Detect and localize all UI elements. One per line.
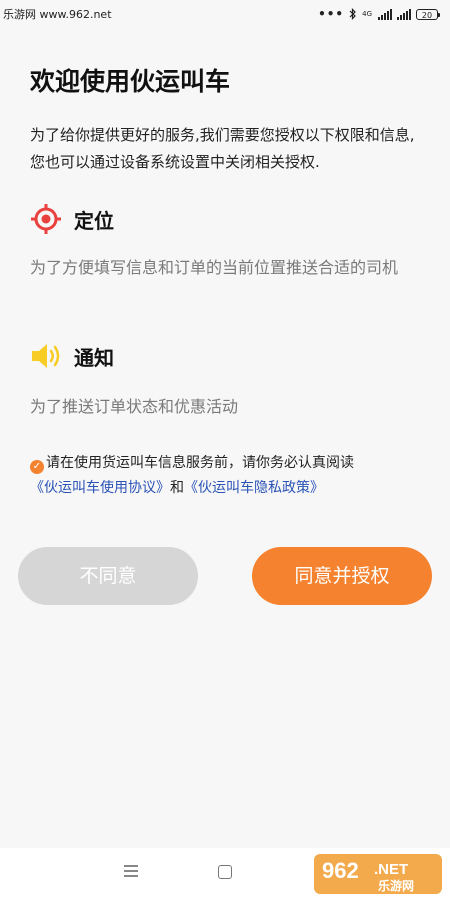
battery-icon: 20: [416, 8, 440, 20]
permission-location-heading: 定位: [30, 203, 114, 235]
check-circle-icon[interactable]: ✓: [30, 460, 44, 474]
permission-notification-title: 通知: [74, 345, 114, 370]
battery-level: 20: [421, 10, 433, 20]
svg-text:乐游网: 乐游网: [378, 878, 414, 893]
svg-text:962: 962: [322, 858, 359, 883]
notification-dots: •••: [318, 7, 345, 21]
network-type: 4G: [362, 9, 372, 18]
signal-icon-2: [397, 8, 411, 20]
privacy-policy-link[interactable]: 《伙运叫车隐私政策》: [184, 480, 324, 496]
watermark-text: 乐游网 www.962.net: [3, 8, 112, 21]
menu-icon[interactable]: [124, 865, 138, 877]
bluetooth-icon: [349, 8, 356, 20]
svg-text:.NET: .NET: [374, 861, 408, 878]
status-icons: ••• 4G 20: [318, 5, 440, 23]
intro-text: 为了给你提供更好的服务,我们需要您授权以下权限和信息,您也可以通过设备系统设置中…: [30, 126, 415, 171]
signal-icon: [378, 8, 392, 20]
agreement-text: 请在使用货运叫车信息服务前，请你务必认真阅读: [46, 455, 354, 471]
permission-notification-description: 为了推送订单状态和优惠活动: [30, 397, 239, 416]
page-title: 欢迎使用伙运叫车: [30, 67, 231, 96]
agree-authorize-button[interactable]: 同意并授权: [252, 547, 432, 605]
speaker-icon: [32, 344, 60, 368]
agreement-notice: ✓ 请在使用货运叫车信息服务前，请你务必认真阅读 《伙运叫车使用协议》和《伙运叫车…: [30, 451, 430, 501]
home-icon[interactable]: [218, 865, 232, 879]
agreement-conjunction: 和: [170, 480, 184, 496]
permission-location-description: 为了方便填写信息和订单的当前位置推送合适的司机: [30, 258, 399, 277]
disagree-button[interactable]: 不同意: [18, 547, 198, 605]
user-agreement-link[interactable]: 《伙运叫车使用协议》: [30, 480, 170, 496]
permission-notification-heading: 通知: [30, 340, 114, 372]
permission-location-title: 定位: [74, 208, 114, 233]
watermark-logo: 962 .NET 乐游网: [314, 854, 442, 894]
status-bar: 乐游网 www.962.net ••• 4G 20: [0, 0, 450, 28]
location-target-icon: [31, 204, 61, 234]
